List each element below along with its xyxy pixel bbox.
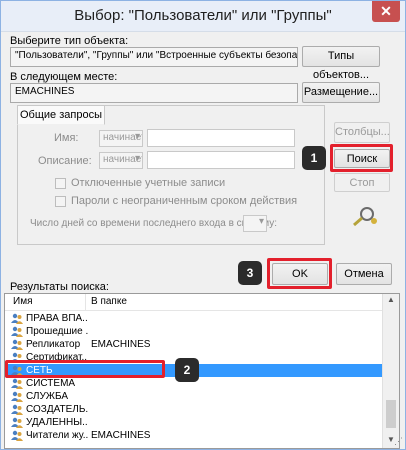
row-name: СИСТЕМА — [26, 378, 76, 389]
location-field: EMACHINES — [10, 83, 298, 103]
marker-1: 1 — [302, 146, 326, 170]
description-label: Описание: — [38, 155, 92, 167]
column-header-folder[interactable]: В папке — [91, 296, 127, 307]
object-type-field: "Пользователи", "Группы" или "Встроенные… — [10, 47, 298, 67]
days-since-logon-label: Число дней со времени последнего входа в… — [30, 218, 278, 229]
object-types-button[interactable]: Типы объектов... — [302, 46, 380, 81]
row-name: СЛУЖБА — [26, 391, 69, 402]
table-row[interactable]: ПРАВА ВПА... — [5, 312, 383, 325]
name-label: Имя: — [54, 132, 79, 144]
locations-button[interactable]: Размещение... — [302, 82, 380, 103]
row-folder: EMACHINES — [91, 430, 151, 441]
selected-row-highlight — [5, 360, 165, 378]
scroll-thumb[interactable] — [386, 400, 396, 428]
column-header-name[interactable]: Имя — [13, 296, 32, 307]
ok-highlight — [267, 258, 332, 289]
user-group-icon — [11, 378, 23, 389]
table-row[interactable]: СЛУЖБА — [5, 390, 383, 403]
stop-button[interactable]: Стоп — [334, 173, 390, 192]
results-header: Имя В папке — [5, 294, 383, 311]
non-expiring-checkbox[interactable] — [55, 196, 66, 207]
search-people-icon — [353, 207, 377, 227]
disabled-accounts-label: Отключенные учетные записи — [71, 177, 226, 189]
non-expiring-label: Пароли с неограниченным сроком действия — [71, 195, 298, 207]
close-icon[interactable]: ✕ — [372, 1, 400, 22]
table-row[interactable]: Прошедшие ... — [5, 325, 383, 338]
title-bar: Выбор: "Пользователи" или "Группы" ✕ — [1, 1, 405, 32]
user-group-icon — [11, 326, 23, 337]
user-group-icon — [11, 430, 23, 441]
window-title: Выбор: "Пользователи" или "Группы" — [74, 7, 332, 24]
object-type-label: Выберите тип объекта: — [10, 35, 129, 47]
row-name: УДАЛЕННЫ... — [26, 417, 88, 428]
results-scrollbar[interactable]: ▲ ▼ — [382, 294, 399, 448]
row-name: Прошедшие ... — [26, 326, 88, 337]
user-group-icon — [11, 391, 23, 402]
resize-grip-icon[interactable]: ⋰ — [394, 436, 403, 447]
description-input[interactable] — [147, 151, 295, 169]
table-row[interactable]: Репликатор EMACHINES — [5, 338, 383, 351]
user-group-icon — [11, 313, 23, 324]
row-folder: EMACHINES — [91, 339, 151, 350]
disabled-accounts-checkbox[interactable] — [55, 178, 66, 189]
location-label: В следующем месте: — [10, 71, 118, 83]
row-name: Репликатор — [26, 339, 81, 350]
table-row[interactable]: Читатели жу... EMACHINES — [5, 429, 383, 442]
user-group-icon — [11, 404, 23, 415]
user-group-icon — [11, 339, 23, 350]
scroll-up-icon[interactable]: ▲ — [385, 295, 397, 307]
results-label: Результаты поиска: — [10, 281, 109, 293]
row-name: ПРАВА ВПА... — [26, 313, 88, 324]
name-mode-select[interactable]: начинается с — [99, 130, 143, 147]
marker-3: 3 — [238, 261, 262, 285]
table-row[interactable]: УДАЛЕННЫ... — [5, 416, 383, 429]
user-group-icon — [11, 417, 23, 428]
tab-common-queries[interactable]: Общие запросы — [17, 105, 105, 125]
row-name: СОЗДАТЕЛЬ... — [26, 404, 88, 415]
description-mode-select[interactable]: начинается с — [99, 152, 143, 169]
search-highlight — [330, 144, 393, 172]
columns-button[interactable]: Столбцы... — [334, 122, 390, 143]
cancel-button[interactable]: Отмена — [336, 263, 392, 285]
table-row[interactable]: СОЗДАТЕЛЬ... — [5, 403, 383, 416]
marker-2: 2 — [175, 358, 199, 382]
days-since-logon-select[interactable] — [243, 215, 267, 232]
column-divider[interactable] — [85, 294, 86, 310]
select-users-groups-dialog: Выбор: "Пользователи" или "Группы" ✕ Выб… — [0, 0, 406, 450]
name-input[interactable] — [147, 129, 295, 147]
row-name: Читатели жу... — [26, 430, 88, 441]
